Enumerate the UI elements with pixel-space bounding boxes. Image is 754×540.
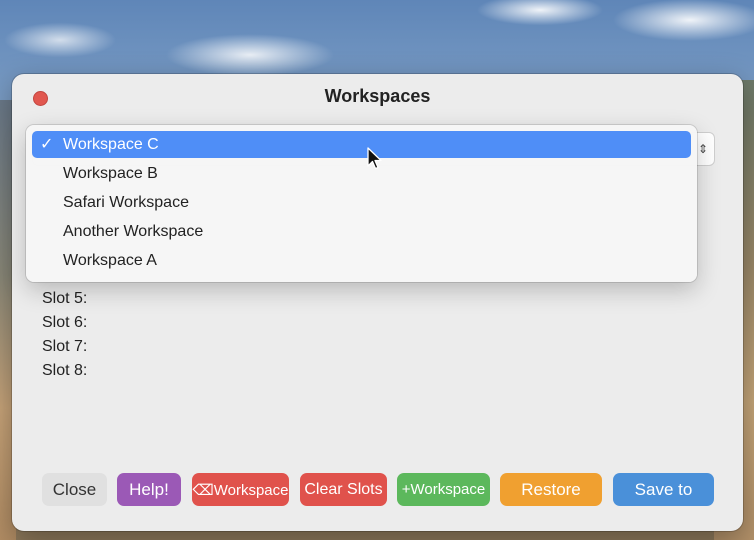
add-workspace-button[interactable]: +Workspace xyxy=(397,473,490,506)
mouse-pointer-icon xyxy=(367,147,382,170)
close-button[interactable]: Close xyxy=(42,473,107,506)
save-to-button[interactable]: Save to xyxy=(613,473,714,506)
menu-item-workspace-c[interactable]: ✓ Workspace C xyxy=(32,131,691,158)
menu-item-label: Workspace B xyxy=(63,165,158,182)
slot-label: Slot 6: xyxy=(42,314,88,331)
slot-label: Slot 8: xyxy=(42,362,88,379)
menu-item-workspace-a[interactable]: Workspace A xyxy=(32,247,691,274)
slot-label: Slot 7: xyxy=(42,338,88,355)
workspace-popup-menu: ✓ Workspace C Workspace B Safari Workspa… xyxy=(26,125,697,282)
slot-list: Slot 5: Slot 6: Slot 7: Slot 8: xyxy=(42,287,87,383)
help-button[interactable]: Help! xyxy=(117,473,181,506)
menu-item-another-workspace[interactable]: Another Workspace xyxy=(32,218,691,245)
restore-button[interactable]: Restore xyxy=(500,473,602,506)
menu-item-label: Another Workspace xyxy=(63,223,204,240)
menu-item-safari-workspace[interactable]: Safari Workspace xyxy=(32,189,691,216)
slot-label: Slot 5: xyxy=(42,290,88,307)
button-bar: Close Help! ⌫Workspace Clear Slots +Work… xyxy=(42,473,714,507)
checkmark-icon: ✓ xyxy=(40,136,54,153)
menu-item-label: Workspace C xyxy=(63,136,159,153)
window-title: Workspaces xyxy=(324,86,431,106)
menu-item-label: Workspace A xyxy=(63,252,157,269)
clear-slots-button[interactable]: Clear Slots xyxy=(300,473,387,506)
menu-item-workspace-b[interactable]: Workspace B xyxy=(32,160,691,187)
delete-workspace-button[interactable]: ⌫Workspace xyxy=(192,473,289,506)
menu-item-label: Safari Workspace xyxy=(63,194,189,211)
